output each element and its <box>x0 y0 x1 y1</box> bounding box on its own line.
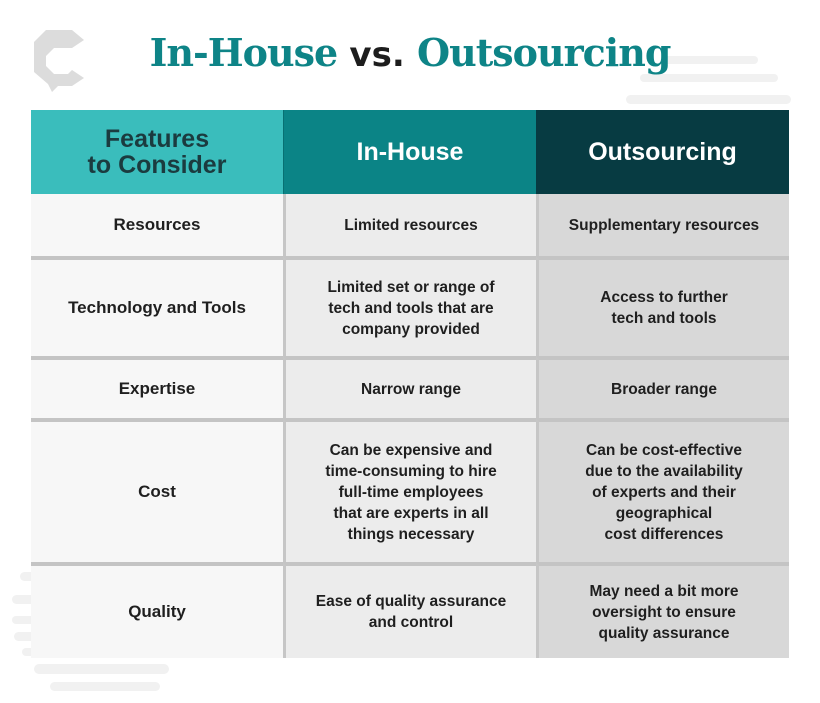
feature-cell: Expertise <box>31 356 283 418</box>
feature-cell: Resources <box>31 194 283 256</box>
header-outsourcing: Outsourcing <box>536 110 789 194</box>
title-inhouse: In-House <box>149 30 339 75</box>
outsourcing-cell: Broader range <box>536 356 789 418</box>
feature-cell: Quality <box>31 562 283 658</box>
inhouse-cell: Limited set or range of tech and tools t… <box>283 256 536 356</box>
decorative-brush-stroke <box>50 682 160 691</box>
decorative-brush-stroke <box>640 74 778 82</box>
title-outsourcing: Outsourcing <box>416 30 671 75</box>
title-vs: vs. <box>349 35 405 75</box>
outsourcing-cell: Supplementary resources <box>536 194 789 256</box>
outsourcing-cell: May need a bit more oversight to ensure … <box>536 562 789 658</box>
outsourcing-cell: Access to further tech and tools <box>536 256 789 356</box>
decorative-brush-stroke <box>34 664 169 674</box>
feature-cell: Cost <box>31 418 283 562</box>
header-features: Features to Consider <box>31 110 283 194</box>
inhouse-cell: Narrow range <box>283 356 536 418</box>
outsourcing-cell: Can be cost-effective due to the availab… <box>536 418 789 562</box>
feature-cell: Technology and Tools <box>31 256 283 356</box>
inhouse-cell: Ease of quality assurance and control <box>283 562 536 658</box>
comparison-table: Features to Consider In-House Outsourcin… <box>31 110 789 658</box>
inhouse-cell: Limited resources <box>283 194 536 256</box>
header-inhouse: In-House <box>283 110 536 194</box>
inhouse-cell: Can be expensive and time-consuming to h… <box>283 418 536 562</box>
decorative-brush-stroke <box>626 95 791 104</box>
page-title: In-House vs. Outsourcing <box>0 30 820 75</box>
